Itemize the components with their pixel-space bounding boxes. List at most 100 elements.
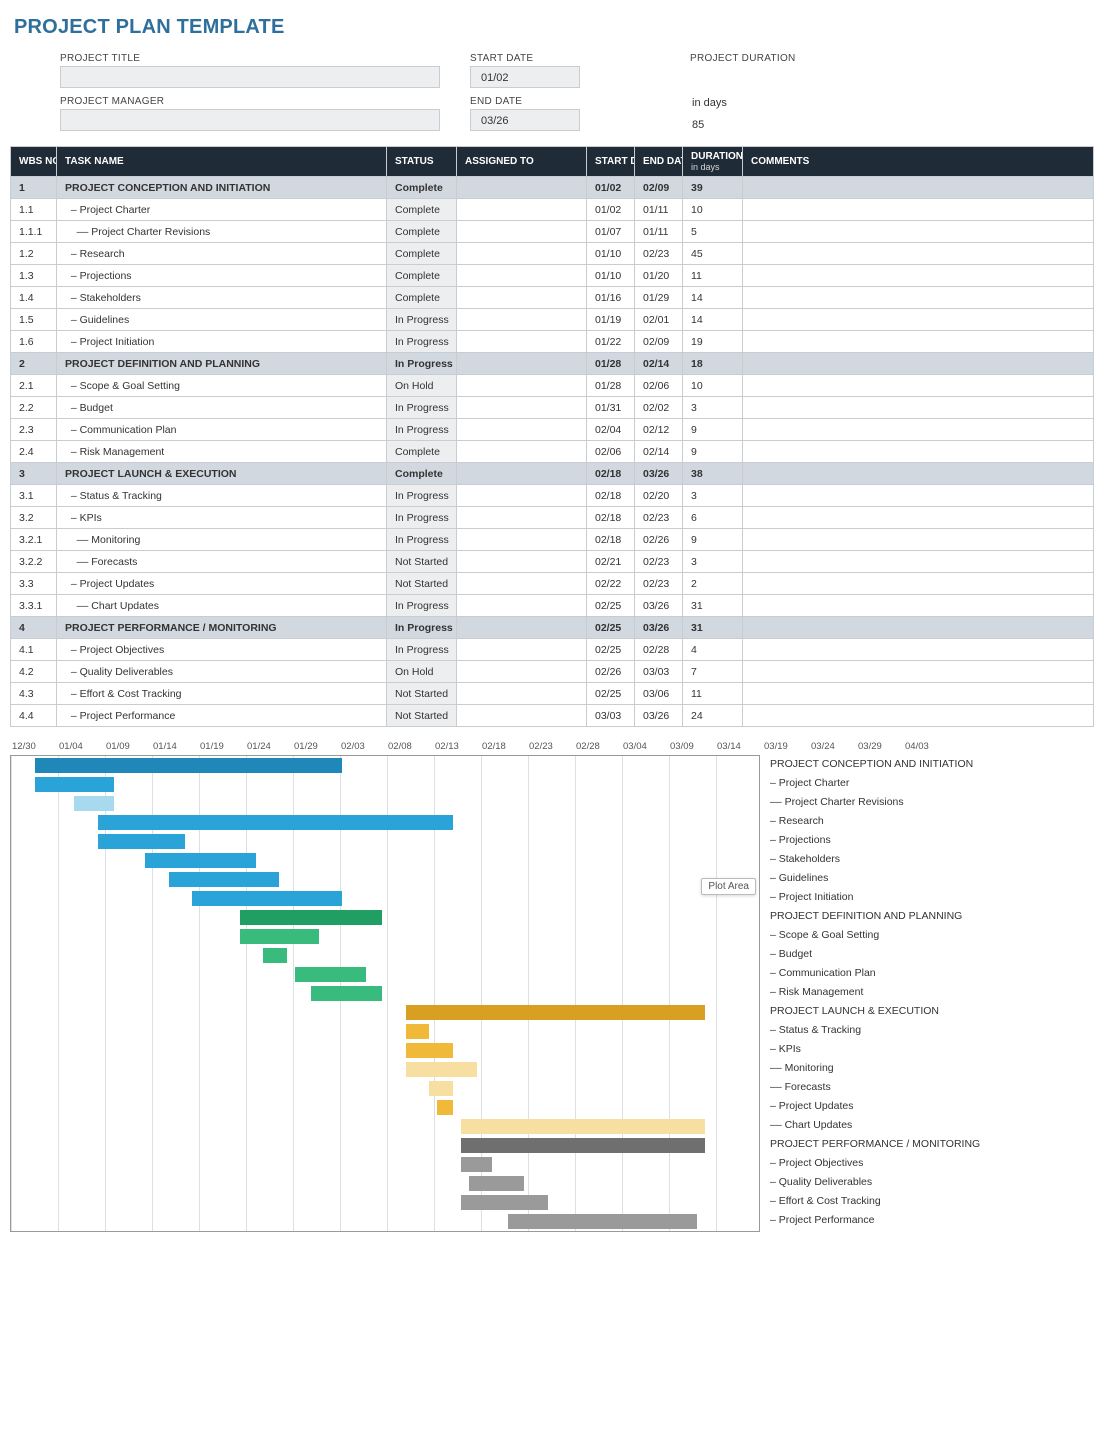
start-date-input[interactable]: 01/02	[470, 66, 580, 88]
table-row[interactable]: 1.2 – ResearchComplete01/1002/2345	[11, 243, 1094, 265]
cell-status[interactable]: Complete	[387, 287, 457, 309]
cell-assigned[interactable]	[457, 243, 587, 265]
gantt-bar[interactable]	[98, 815, 453, 830]
end-date-input[interactable]: 03/26	[470, 109, 580, 131]
gantt-bar[interactable]	[192, 891, 342, 906]
cell-comments[interactable]	[743, 507, 1094, 529]
cell-comments[interactable]	[743, 375, 1094, 397]
cell-assigned[interactable]	[457, 551, 587, 573]
table-row[interactable]: 3.3 – Project UpdatesNot Started02/2202/…	[11, 573, 1094, 595]
table-row[interactable]: 1.6 – Project InitiationIn Progress01/22…	[11, 331, 1094, 353]
table-row[interactable]: 2PROJECT DEFINITION AND PLANNINGIn Progr…	[11, 353, 1094, 375]
cell-comments[interactable]	[743, 683, 1094, 705]
cell-assigned[interactable]	[457, 309, 587, 331]
cell-comments[interactable]	[743, 331, 1094, 353]
cell-status[interactable]: In Progress	[387, 639, 457, 661]
cell-status[interactable]: In Progress	[387, 595, 457, 617]
gantt-bar[interactable]	[406, 1062, 477, 1077]
cell-status[interactable]: In Progress	[387, 353, 457, 375]
cell-assigned[interactable]	[457, 705, 587, 727]
cell-comments[interactable]	[743, 353, 1094, 375]
gantt-bar[interactable]	[461, 1119, 706, 1134]
table-row[interactable]: 4PROJECT PERFORMANCE / MONITORINGIn Prog…	[11, 617, 1094, 639]
cell-assigned[interactable]	[457, 639, 587, 661]
cell-comments[interactable]	[743, 397, 1094, 419]
cell-comments[interactable]	[743, 595, 1094, 617]
cell-status[interactable]: Not Started	[387, 683, 457, 705]
cell-assigned[interactable]	[457, 507, 587, 529]
cell-assigned[interactable]	[457, 375, 587, 397]
gantt-bar[interactable]	[145, 853, 255, 868]
gantt-bar[interactable]	[74, 796, 113, 811]
gantt-bar[interactable]	[240, 910, 382, 925]
gantt-bar[interactable]	[429, 1081, 453, 1096]
cell-status[interactable]: In Progress	[387, 309, 457, 331]
gantt-bar[interactable]	[461, 1138, 706, 1153]
table-row[interactable]: 4.2 – Quality DeliverablesOn Hold02/2603…	[11, 661, 1094, 683]
gantt-bar[interactable]	[406, 1024, 430, 1039]
cell-comments[interactable]	[743, 485, 1094, 507]
cell-assigned[interactable]	[457, 397, 587, 419]
table-row[interactable]: 1.4 – StakeholdersComplete01/1601/2914	[11, 287, 1094, 309]
table-row[interactable]: 2.4 – Risk ManagementComplete02/0602/149	[11, 441, 1094, 463]
cell-status[interactable]: Complete	[387, 177, 457, 199]
cell-status[interactable]: Not Started	[387, 551, 457, 573]
cell-comments[interactable]	[743, 705, 1094, 727]
cell-assigned[interactable]	[457, 617, 587, 639]
project-title-input[interactable]	[60, 66, 440, 88]
cell-status[interactable]: Not Started	[387, 705, 457, 727]
cell-comments[interactable]	[743, 551, 1094, 573]
cell-status[interactable]: Complete	[387, 199, 457, 221]
table-row[interactable]: 1PROJECT CONCEPTION AND INITIATIONComple…	[11, 177, 1094, 199]
cell-status[interactable]: In Progress	[387, 397, 457, 419]
table-row[interactable]: 3PROJECT LAUNCH & EXECUTIONComplete02/18…	[11, 463, 1094, 485]
cell-status[interactable]: Complete	[387, 441, 457, 463]
table-row[interactable]: 2.1 – Scope & Goal SettingOn Hold01/2802…	[11, 375, 1094, 397]
cell-status[interactable]: In Progress	[387, 507, 457, 529]
project-manager-input[interactable]	[60, 109, 440, 131]
cell-assigned[interactable]	[457, 265, 587, 287]
cell-assigned[interactable]	[457, 529, 587, 551]
table-row[interactable]: 1.1 – Project CharterComplete01/0201/111…	[11, 199, 1094, 221]
gantt-bar[interactable]	[35, 758, 343, 773]
cell-status[interactable]: On Hold	[387, 661, 457, 683]
cell-assigned[interactable]	[457, 221, 587, 243]
cell-status[interactable]: On Hold	[387, 375, 457, 397]
table-row[interactable]: 1.1.1 –– Project Charter RevisionsComple…	[11, 221, 1094, 243]
cell-status[interactable]: Not Started	[387, 573, 457, 595]
cell-status[interactable]: Complete	[387, 243, 457, 265]
gantt-bar[interactable]	[437, 1100, 453, 1115]
cell-comments[interactable]	[743, 441, 1094, 463]
cell-assigned[interactable]	[457, 331, 587, 353]
gantt-bar[interactable]	[295, 967, 366, 982]
cell-status[interactable]: Complete	[387, 221, 457, 243]
cell-assigned[interactable]	[457, 463, 587, 485]
cell-assigned[interactable]	[457, 177, 587, 199]
table-row[interactable]: 1.5 – GuidelinesIn Progress01/1902/0114	[11, 309, 1094, 331]
table-row[interactable]: 3.2 – KPIsIn Progress02/1802/236	[11, 507, 1094, 529]
gantt-bar[interactable]	[469, 1176, 524, 1191]
cell-status[interactable]: Complete	[387, 265, 457, 287]
table-row[interactable]: 3.2.1 –– MonitoringIn Progress02/1802/26…	[11, 529, 1094, 551]
table-row[interactable]: 3.3.1 –– Chart UpdatesIn Progress02/2503…	[11, 595, 1094, 617]
cell-assigned[interactable]	[457, 353, 587, 375]
cell-comments[interactable]	[743, 639, 1094, 661]
table-row[interactable]: 3.2.2 –– ForecastsNot Started02/2102/233	[11, 551, 1094, 573]
cell-assigned[interactable]	[457, 595, 587, 617]
cell-comments[interactable]	[743, 309, 1094, 331]
cell-assigned[interactable]	[457, 441, 587, 463]
gantt-bar[interactable]	[240, 929, 319, 944]
cell-comments[interactable]	[743, 617, 1094, 639]
gantt-bar[interactable]	[311, 986, 382, 1001]
table-row[interactable]: 3.1 – Status & TrackingIn Progress02/180…	[11, 485, 1094, 507]
cell-comments[interactable]	[743, 419, 1094, 441]
cell-comments[interactable]	[743, 529, 1094, 551]
cell-comments[interactable]	[743, 199, 1094, 221]
cell-assigned[interactable]	[457, 683, 587, 705]
cell-assigned[interactable]	[457, 199, 587, 221]
gantt-bar[interactable]	[35, 777, 114, 792]
cell-comments[interactable]	[743, 573, 1094, 595]
cell-status[interactable]: In Progress	[387, 485, 457, 507]
gantt-bar[interactable]	[461, 1195, 548, 1210]
cell-assigned[interactable]	[457, 287, 587, 309]
